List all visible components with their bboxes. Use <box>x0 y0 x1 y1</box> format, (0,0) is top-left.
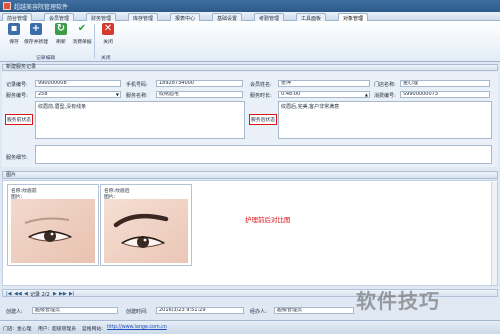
tab-objects[interactable]: 对象管理 <box>338 13 369 22</box>
first-record-icon[interactable]: |◀ <box>6 291 12 297</box>
group-label-edit: 记录编辑 <box>36 56 56 61</box>
service-time-field[interactable]: 0:48:00 ▲ <box>278 91 370 98</box>
after-status-field[interactable]: 纹眉后,完美,客户非常满意 <box>278 101 492 139</box>
member-label: 会员姓名: <box>250 82 272 88</box>
close-icon: ✕ <box>102 23 114 35</box>
before-status-label: 服务前状态 <box>5 114 33 125</box>
tab-tools[interactable]: 工具面板 <box>296 13 327 22</box>
photo-card-before[interactable]: 名称:纹眉前 图片: <box>7 184 99 266</box>
status-bar: 门店: 金心理 用户: 超级管理员 蓝格网站: http://www.lange… <box>0 320 500 334</box>
photos-scrollbar[interactable] <box>491 182 497 285</box>
operator-field: 超级管理员 <box>274 307 354 314</box>
website-link[interactable]: http://www.lange.com.cn <box>107 325 167 330</box>
before-status-field[interactable]: 纹眉前,眉型,没有线条 <box>35 101 245 139</box>
photos-panel: 名称:纹眉前 图片: 名称:纹眉后 图片: 护理前后对比图 <box>2 180 498 286</box>
service-time-label: 服务时长: <box>250 93 272 99</box>
compare-caption: 护理前后对比图 <box>245 216 291 224</box>
tab-finance[interactable]: 财务管理 <box>86 13 117 22</box>
before-name: 纹眉前 <box>22 189 37 194</box>
after-status-label: 服务后状态 <box>249 114 277 125</box>
store-label: 门店名称: <box>374 82 396 88</box>
group-divider <box>94 24 95 58</box>
refresh-icon: ↻ <box>55 23 67 35</box>
record-position: 记录 2/2 <box>30 292 50 298</box>
photo-card-after[interactable]: 名称:纹眉后 图片: <box>100 184 192 266</box>
chevron-down-icon: ▼ <box>115 92 119 97</box>
next-record-icon[interactable]: ▶ <box>53 291 57 297</box>
after-name: 纹眉后 <box>115 189 130 194</box>
phone-field[interactable]: 18928734000 <box>156 80 243 87</box>
prev-page-icon[interactable]: ◀◀ <box>14 291 22 297</box>
consume-no-field[interactable]: S9900000073 <box>400 91 490 98</box>
status-user: 超级管理员 <box>52 327 76 332</box>
create-time-field: 2016/3/23 9:51:29 <box>156 307 244 314</box>
tab-settings[interactable]: 基础设置 <box>212 13 243 22</box>
creator-field: 超级管理员 <box>32 307 118 314</box>
tab-reports[interactable]: 报表中心 <box>170 13 201 22</box>
status-user-label: 用户: <box>38 327 50 332</box>
title-bar: 超越美容院管理软件 <box>0 0 500 12</box>
menu-bar: 前台管理 会员管理 财务管理 库存管理 报表中心 基础设置 考勤管理 工具面板 … <box>0 12 500 22</box>
group-label-close: 关闭 <box>101 56 111 61</box>
tab-inventory[interactable]: 库存管理 <box>128 13 159 22</box>
record-no-field[interactable]: 990000008 <box>35 80 121 87</box>
status-site-label: 蓝格网站: <box>82 327 103 332</box>
service-name-field[interactable]: 纹绣眉毛 <box>156 91 243 98</box>
service-time-value: 0:48:00 <box>281 91 301 97</box>
status-store: 金心理 <box>17 327 32 332</box>
prev-record-icon[interactable]: ◀ <box>24 291 28 297</box>
ribbon-toolbar: ▪ 保存 + 保存并新建 ↻ 刷新 ✔ 消费单据 ✕ 关闭 记录编辑 关闭 <box>0 21 500 62</box>
tab-front-desk[interactable]: 前台管理 <box>2 13 33 22</box>
tab-member[interactable]: 会员管理 <box>44 13 75 22</box>
remark-label: 服务细节: <box>6 155 28 161</box>
app-icon <box>3 2 11 10</box>
save-icon: ▪ <box>8 23 20 35</box>
member-field[interactable]: 张萍 <box>278 80 370 87</box>
record-no-label: 记录编号: <box>6 82 28 88</box>
consume-bill-button[interactable]: ✔ 消费单据 <box>70 23 94 53</box>
create-time-label: 创建时间: <box>126 309 148 315</box>
creator-label: 创建人: <box>6 309 23 315</box>
spinner-icon: ▲ <box>364 92 368 97</box>
save-new-icon: + <box>30 23 42 35</box>
phone-label: 手机号码: <box>126 82 148 88</box>
project-no-value: 258 <box>38 91 48 97</box>
section-title: 新建服务记录 <box>2 64 498 71</box>
photos-title: 图片 <box>2 171 498 179</box>
project-no-label: 服务编号: <box>6 93 28 99</box>
status-store-label: 门店: <box>3 327 15 332</box>
store-field[interactable]: 金心理 <box>400 80 490 87</box>
close-button[interactable]: ✕ 关闭 <box>96 23 120 53</box>
next-page-icon[interactable]: ▶▶ <box>59 291 67 297</box>
operator-label: 经办人: <box>250 309 267 315</box>
window-title: 超越美容院管理软件 <box>14 4 69 11</box>
service-record-form: 记录编号: 990000008 手机号码: 18928734000 会员姓名: … <box>2 72 498 167</box>
last-record-icon[interactable]: ▶| <box>69 291 75 297</box>
check-icon: ✔ <box>77 23 87 34</box>
remark-field[interactable] <box>35 145 492 164</box>
service-name-label: 服务名称: <box>126 93 148 99</box>
after-eyebrow-photo <box>104 199 188 263</box>
watermark-text: 软件技巧 <box>356 289 440 313</box>
save-and-new-button[interactable]: + 保存并新建 <box>22 23 50 53</box>
before-eyebrow-photo <box>11 199 95 263</box>
project-no-field[interactable]: 258 ▼ <box>35 91 121 98</box>
tab-attendance[interactable]: 考勤管理 <box>254 13 285 22</box>
consume-no-label: 消费编号: <box>374 93 396 99</box>
